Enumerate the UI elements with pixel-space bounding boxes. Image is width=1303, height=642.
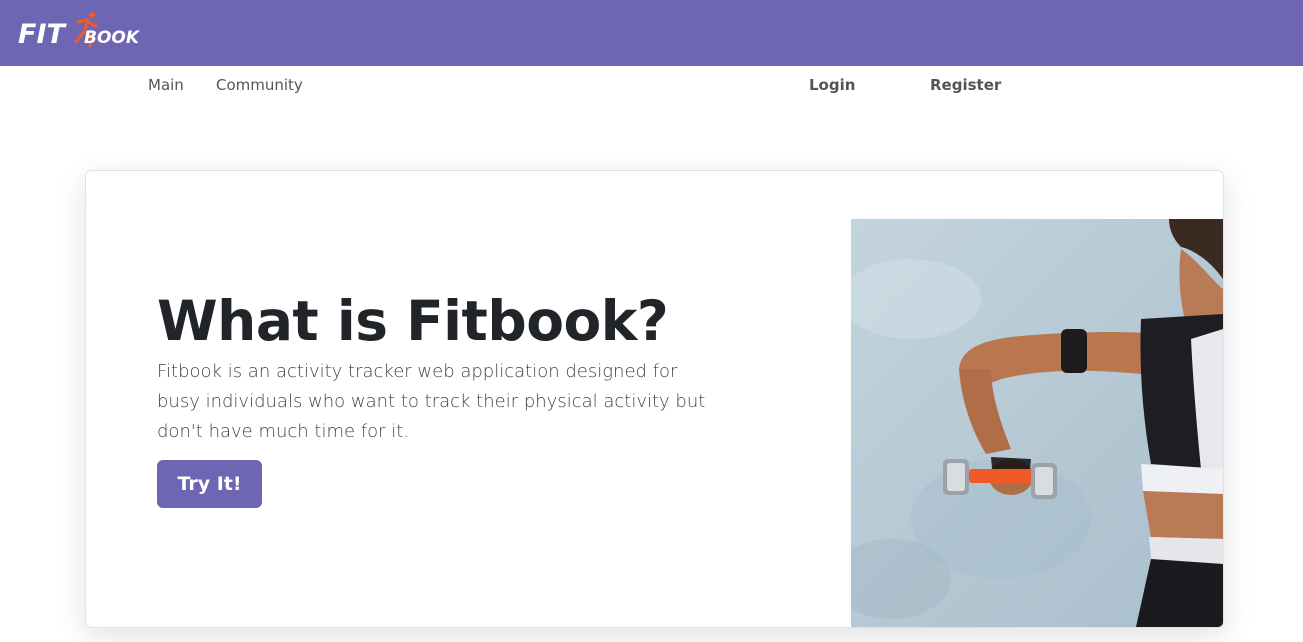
try-it-button[interactable]: Try It! xyxy=(157,460,262,508)
fitbook-logo[interactable]: FIT BOOK xyxy=(18,10,148,54)
logo-fit-text: FIT xyxy=(18,19,67,50)
nav-main-link[interactable]: Main xyxy=(148,76,184,94)
logo-book-text: BOOK xyxy=(84,28,141,48)
nav-community-link[interactable]: Community xyxy=(216,76,303,94)
hero-card: What is Fitbook? Fitbook is an activity … xyxy=(85,170,1224,628)
woman-lifting-dumbbell-photo xyxy=(851,219,1223,627)
hero-description: Fitbook is an activity tracker web appli… xyxy=(157,361,706,442)
nav-login-link[interactable]: Login xyxy=(809,76,855,94)
main-nav: Main Community Login Register xyxy=(0,66,1303,110)
nav-register-link[interactable]: Register xyxy=(930,76,1001,94)
hero-title: What is Fitbook? xyxy=(157,289,669,353)
header-bar: FIT BOOK xyxy=(0,0,1303,66)
